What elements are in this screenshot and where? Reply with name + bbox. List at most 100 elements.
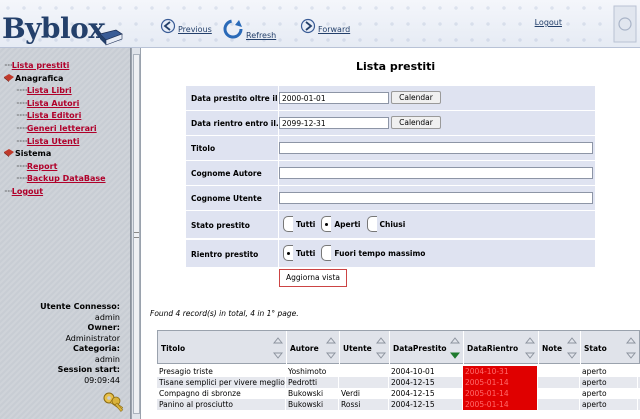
data-rientro-label: Data rientro entro il... (191, 119, 285, 128)
data-prestito-label: Data prestito oltre il... (191, 94, 287, 103)
sort-arrows-icon[interactable] (567, 335, 577, 361)
user-info-panel: Utente Connesso: admin Owner: Administra… (2, 302, 120, 386)
sidebar-item-label: Lista Utenti (26, 136, 80, 146)
owner-value: Administrator (65, 333, 120, 343)
cell-stato: aperto (580, 399, 638, 410)
sidebar-item-backup-database[interactable]: ·······Backup DataBase (4, 173, 106, 186)
sort-arrows-icon[interactable] (525, 335, 535, 361)
column-header-label: DataPrestito (393, 344, 447, 353)
table-header: Titolo Autore Utente DataPrestito DataRi… (157, 330, 640, 365)
aggiorna-vista-button[interactable]: Aggiorna vista (279, 269, 347, 287)
rientro-tutti-label: Tutti (296, 248, 316, 258)
cell-note (538, 366, 580, 377)
sort-arrows-icon[interactable] (326, 335, 336, 361)
table-row[interactable]: Presagio triste Yoshimoto 2004-10-01 200… (157, 366, 640, 377)
sidebar-item-logout[interactable]: ·····Logout (4, 186, 106, 199)
column-header-label: DataRientro (467, 344, 519, 353)
sidebar-group-sistema[interactable]: Sistema (4, 148, 106, 161)
stato-aperti-radio[interactable] (321, 216, 332, 232)
cell-titolo: Tisane semplici per vivere meglio (159, 377, 286, 388)
rientro-tutti-radio[interactable] (283, 245, 293, 261)
table-row[interactable]: Tisane semplici per vivere meglio Pedrot… (157, 377, 640, 388)
sidebar-group-label: Anagrafica (15, 73, 64, 83)
cell-utente (339, 366, 389, 377)
row-separator (278, 211, 279, 239)
cell-dataprestito: 2004-12-15 (389, 388, 463, 399)
data-rientro-calendar-button[interactable]: Calendar (391, 116, 441, 129)
table-row[interactable]: Panino al prosciutto Bukowski Rossi 2004… (157, 399, 640, 410)
titolo-input[interactable] (279, 142, 593, 154)
category-label: Categoria: (72, 344, 120, 353)
column-header-note[interactable]: Note (539, 331, 581, 365)
column-header-label: Titolo (161, 344, 186, 353)
session-start-label: Session start: (57, 365, 120, 374)
stato-prestito-label: Stato prestito (191, 221, 250, 230)
column-header-stato[interactable]: Stato (581, 331, 639, 365)
data-rientro-input[interactable]: 2099-12-31 (279, 117, 389, 129)
tree-connector: ······· (16, 86, 28, 96)
cell-datarientro-overdue: 2005-01-14 (463, 388, 538, 399)
cell-autore: Bukowski (286, 388, 339, 399)
cognome-utente-input[interactable] (279, 192, 593, 204)
column-header-titolo[interactable]: Titolo (158, 331, 287, 365)
sidebar-item-label: Logout (11, 186, 44, 196)
header-logout-link[interactable]: Logout (535, 18, 562, 27)
cell-dataprestito: 2004-12-15 (389, 377, 463, 388)
column-header-label: Autore (290, 344, 319, 353)
sidebar-item-lista-editori[interactable]: ·······Lista Editori (4, 110, 106, 123)
cognome-autore-input[interactable] (279, 167, 593, 179)
tree-connector: ····· (4, 186, 13, 196)
tree-connector: ······· (16, 161, 28, 171)
column-header-datarientro[interactable]: DataRientro (464, 331, 539, 365)
sidebar-item-label: Lista prestiti (11, 61, 70, 70)
previous-button[interactable]: Previous (160, 18, 212, 34)
sidebar-scrollbar[interactable] (131, 48, 141, 419)
column-header-label: Note (542, 344, 563, 353)
sidebar-group-anagrafica[interactable]: Anagrafica (4, 73, 106, 86)
rientro-fuori-tempo-radio[interactable] (321, 245, 332, 261)
data-prestito-input[interactable]: 2000-01-01 (279, 92, 389, 104)
filter-row-data-prestito: Data prestito oltre il... 2000-01-01 Cal… (186, 86, 595, 111)
cell-stato: aperto (580, 377, 638, 388)
column-header-utente[interactable]: Utente (340, 331, 390, 365)
sidebar-group-label: Sistema (15, 149, 52, 159)
stato-tutti-radio[interactable] (283, 216, 293, 232)
sidebar-item-lista-prestiti[interactable]: ·····Lista prestiti (4, 60, 106, 73)
connected-user-value: admin (94, 312, 120, 322)
sidebar-item-label: Generi letterari (26, 123, 97, 133)
stato-prestito-radio-group: Tutti Aperti Chiusi (283, 216, 411, 232)
sort-active-icon[interactable] (450, 335, 460, 361)
cell-titolo: Panino al prosciutto (157, 399, 286, 410)
rientro-prestito-label: Rientro prestito (191, 250, 259, 259)
sidebar-item-lista-libri[interactable]: ·······Lista Libri (4, 85, 106, 98)
category-value: admin (94, 354, 120, 364)
cognome-utente-label: Cognome Utente (191, 194, 262, 203)
cell-autore: Bukowski (286, 399, 339, 410)
cell-dataprestito: 2004-10-01 (389, 366, 463, 377)
filter-row-titolo: Titolo (186, 136, 595, 161)
sidebar-item-generi-letterari[interactable]: ·······Generi letterari (4, 123, 106, 136)
row-separator (278, 240, 279, 268)
sidebar-item-lista-utenti[interactable]: ·······Lista Utenti (4, 136, 106, 149)
cell-utente: Verdi (339, 388, 389, 399)
sort-arrows-icon[interactable] (376, 335, 386, 361)
data-prestito-calendar-button[interactable]: Calendar (391, 91, 441, 104)
sidebar-item-label: Lista Autori (26, 98, 80, 108)
page-title: Lista prestiti (356, 60, 436, 73)
stato-chiusi-radio[interactable] (366, 216, 377, 232)
cell-stato: aperto (580, 388, 638, 399)
refresh-button[interactable]: Refresh (222, 18, 276, 40)
sort-arrows-icon[interactable] (626, 335, 636, 361)
sort-arrows-icon[interactable] (273, 335, 283, 361)
sidebar-item-report[interactable]: ·······Report (4, 161, 106, 174)
column-header-autore[interactable]: Autore (287, 331, 340, 365)
tree-connector: ······· (16, 98, 28, 108)
column-header-dataprestito[interactable]: DataPrestito (390, 331, 464, 365)
app-logo: Byblox (2, 12, 105, 45)
cell-utente: Rossi (339, 399, 389, 410)
sidebar-item-lista-autori[interactable]: ·······Lista Autori (4, 98, 106, 111)
sidebar-item-label: Lista Editori (26, 111, 82, 121)
forward-button[interactable]: Forward (300, 18, 350, 34)
table-row[interactable]: Compagno di sbronze Bukowski Verdi 2004-… (157, 388, 640, 399)
scrollbar-grip (134, 232, 139, 238)
